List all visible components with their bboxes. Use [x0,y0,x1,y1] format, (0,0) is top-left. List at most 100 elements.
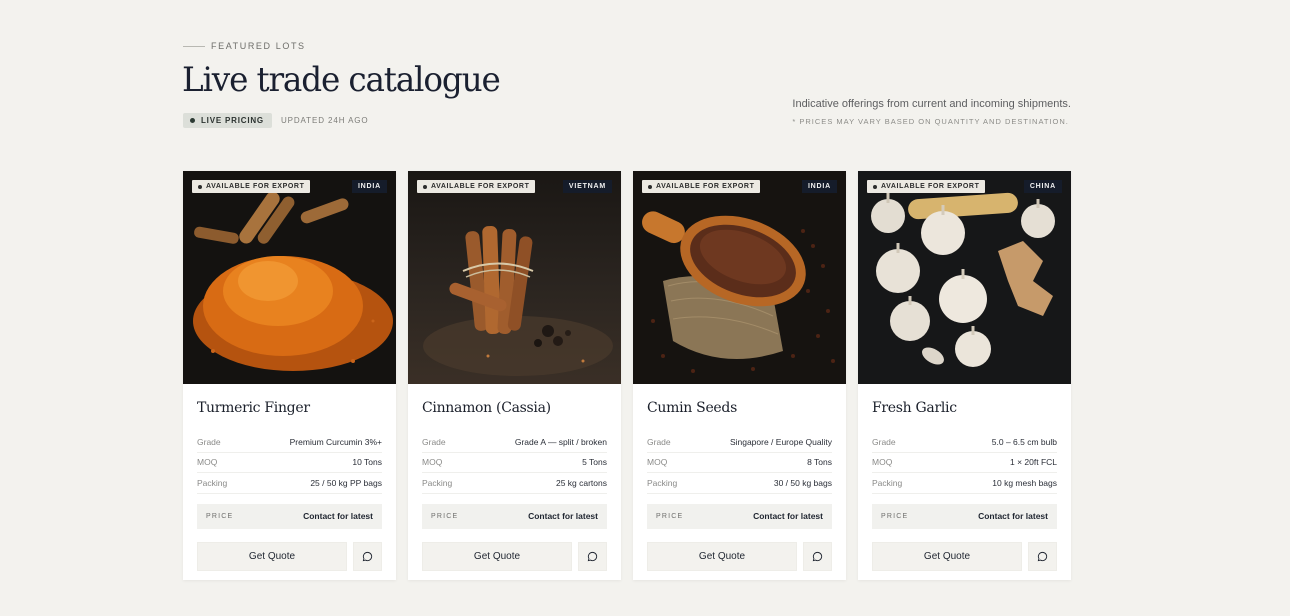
product-image: AVAILABLE FOR EXPORT CHINA [858,171,1071,384]
spec-value: Grade A — split / broken [514,436,607,447]
spec-row-grade: Grade 5.0 – 6.5 cm bulb [872,432,1057,453]
product-name: Turmeric Finger [197,400,310,416]
price-box: PRICE Contact for latest [872,503,1057,529]
price-label: PRICE [881,512,909,520]
product-image: AVAILABLE FOR EXPORT VIETNAM [408,171,621,384]
spec-row-moq: MOQ 10 Tons [197,453,382,473]
product-name: Fresh Garlic [872,400,957,416]
price-box: PRICE Contact for latest [197,503,382,529]
spec-value: Singapore / Europe Quality [729,436,832,447]
spec-label: MOQ [647,457,668,468]
spec-value: 8 Tons [807,457,832,468]
product-card: AVAILABLE FOR EXPORT INDIA Turmeric Fing… [183,171,396,580]
chat-button[interactable] [1028,541,1057,571]
availability-tag: AVAILABLE FOR EXPORT [417,180,536,193]
chat-bubble-icon [812,551,823,561]
availability-label: AVAILABLE FOR EXPORT [431,183,530,190]
price-label: PRICE [206,512,234,520]
price-value: Contact for latest [303,511,373,521]
spec-label: MOQ [197,457,218,468]
spec-row-grade: Grade Singapore / Europe Quality [647,432,832,453]
get-quote-button[interactable]: Get Quote [197,541,347,571]
spec-row-packing: Packing 25 / 50 kg PP bags [197,473,382,494]
spec-value: 25 / 50 kg PP bags [310,477,382,488]
product-name: Cinnamon (Cassia) [422,400,551,416]
cinnamon-image [408,171,621,384]
eyebrow-label: FEATURED LOTS [211,41,306,51]
get-quote-button[interactable]: Get Quote [422,541,572,571]
pricing-note: Indicative offerings from current and in… [792,98,1071,126]
chat-button[interactable] [803,541,832,571]
chat-bubble-icon [587,551,598,561]
origin-tag: CHINA [1023,180,1062,193]
product-card: AVAILABLE FOR EXPORT CHINA Fresh Garlic … [858,171,1071,580]
availability-dot-icon [198,184,202,189]
spec-label: MOQ [422,457,443,468]
note-sub: * PRICES MAY VARY BASED ON QUANTITY AND … [792,117,1069,126]
updated-timestamp: UPDATED 24H AGO [280,116,369,125]
card-actions: Get Quote [647,541,832,571]
spec-value: 25 kg cartons [555,477,607,488]
price-label: PRICE [431,512,459,520]
price-value: Contact for latest [528,511,598,521]
card-actions: Get Quote [422,541,607,571]
garlic-image [858,171,1071,384]
get-quote-button[interactable]: Get Quote [872,541,1022,571]
section-eyebrow: FEATURED LOTS [183,41,306,51]
origin-tag: INDIA [801,180,837,193]
spec-row-grade: Grade Premium Curcumin 3%+ [197,432,382,453]
origin-tag: VIETNAM [562,180,612,193]
chat-button[interactable] [353,541,382,571]
live-dot-icon [190,118,195,123]
get-quote-button[interactable]: Get Quote [647,541,797,571]
product-card: AVAILABLE FOR EXPORT INDIA Cumin Seeds G… [633,171,846,580]
spec-row-moq: MOQ 8 Tons [647,453,832,473]
spec-value: Premium Curcumin 3%+ [289,436,382,447]
live-badge-label: LIVE PRICING [201,116,264,125]
spec-row-packing: Packing 30 / 50 kg bags [647,473,832,494]
spec-value: 30 / 50 kg bags [773,477,832,488]
spec-label: Packing [197,477,228,488]
page-title: Live trade catalogue [182,60,501,100]
availability-tag: AVAILABLE FOR EXPORT [192,180,311,193]
spec-value: 5.0 – 6.5 cm bulb [991,436,1057,447]
spec-label: Packing [872,477,903,488]
price-label: PRICE [656,512,684,520]
card-actions: Get Quote [872,541,1057,571]
spec-label: Grade [647,436,671,447]
product-name: Cumin Seeds [647,400,737,416]
product-image: AVAILABLE FOR EXPORT INDIA [633,171,846,384]
spec-row-packing: Packing 25 kg cartons [422,473,607,494]
product-grid: AVAILABLE FOR EXPORT INDIA Turmeric Fing… [183,171,1071,580]
chat-button[interactable] [578,541,607,571]
spec-value: 10 Tons [352,457,382,468]
price-box: PRICE Contact for latest [422,503,607,529]
spec-value: 5 Tons [582,457,607,468]
cumin-image [633,171,846,384]
availability-label: AVAILABLE FOR EXPORT [881,183,980,190]
availability-dot-icon [648,184,652,189]
spec-row-packing: Packing 10 kg mesh bags [872,473,1057,494]
eyebrow-line [183,45,205,47]
spec-row-moq: MOQ 5 Tons [422,453,607,473]
spec-label: Packing [422,477,453,488]
price-value: Contact for latest [978,511,1048,521]
card-actions: Get Quote [197,541,382,571]
availability-label: AVAILABLE FOR EXPORT [656,183,755,190]
availability-tag: AVAILABLE FOR EXPORT [642,180,761,193]
turmeric-image [183,171,396,384]
availability-label: AVAILABLE FOR EXPORT [206,183,305,190]
product-card: AVAILABLE FOR EXPORT VIETNAM Cinnamon (C… [408,171,621,580]
origin-tag: INDIA [351,180,387,193]
availability-dot-icon [423,184,427,189]
availability-tag: AVAILABLE FOR EXPORT [867,180,986,193]
spec-label: MOQ [872,457,893,468]
spec-row-moq: MOQ 1 × 20ft FCL [872,453,1057,473]
price-box: PRICE Contact for latest [647,503,832,529]
price-value: Contact for latest [753,511,823,521]
spec-label: Packing [647,477,678,488]
note-main: Indicative offerings from current and in… [792,98,1071,110]
spec-label: Grade [422,436,446,447]
spec-label: Grade [197,436,221,447]
chat-bubble-icon [1037,551,1048,561]
